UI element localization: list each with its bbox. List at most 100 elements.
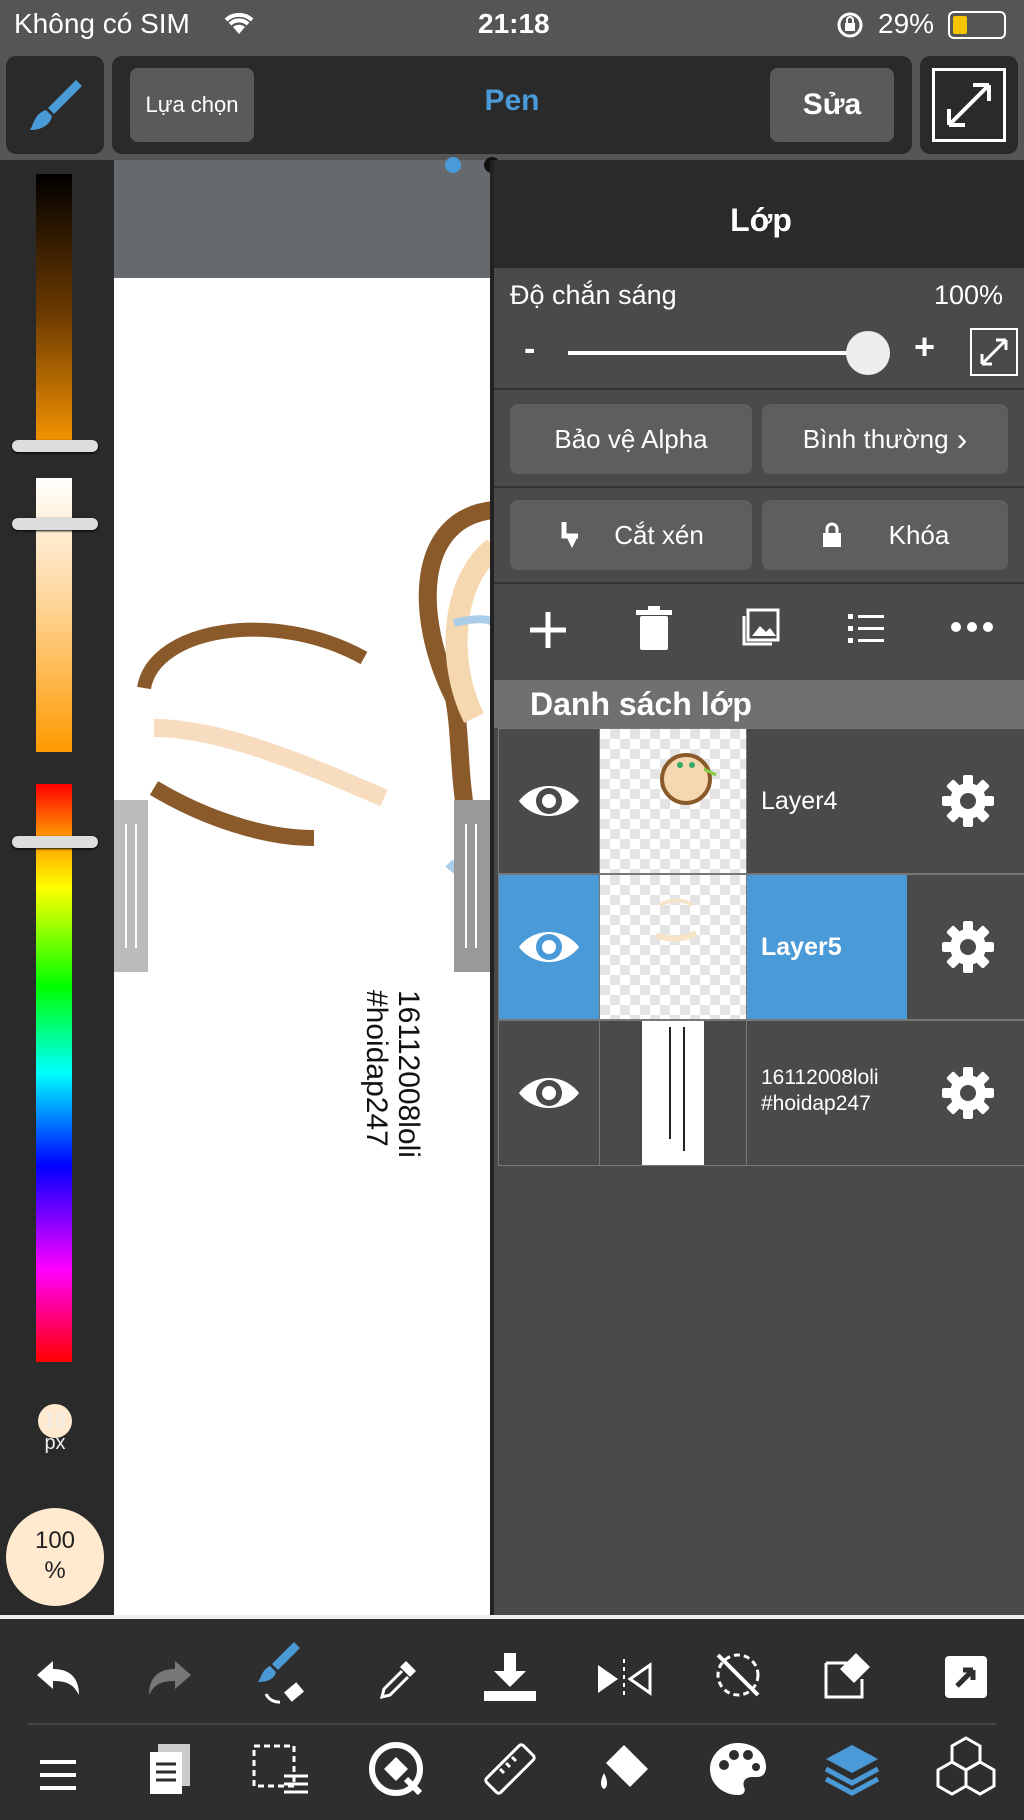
palette-button[interactable] xyxy=(708,1739,768,1799)
brush-swap-icon xyxy=(258,1642,304,1704)
eyedropper-button[interactable] xyxy=(368,1649,428,1709)
download-button[interactable] xyxy=(480,1647,540,1707)
canvas-text: 16112008loli #hoidap247 xyxy=(360,990,425,1290)
tool-bar-center: Lựa chọn Pen Sửa xyxy=(112,56,912,154)
image-icon xyxy=(742,608,780,646)
layer-thumbnail xyxy=(599,875,747,1019)
share-button[interactable] xyxy=(936,1647,996,1707)
clipping-button[interactable]: Cắt xén xyxy=(510,500,752,570)
layer-row[interactable]: Layer4 xyxy=(498,728,1024,874)
layer-panel: Lớp Độ chắn sáng 100% - + Bảo vệ Alpha B… xyxy=(490,160,1024,1615)
materials-button[interactable] xyxy=(936,1736,996,1797)
fullscreen-button[interactable] xyxy=(920,56,1018,154)
layer-name: Layer4 xyxy=(761,787,838,815)
layers-button[interactable] xyxy=(822,1739,882,1799)
layer-row[interactable]: 16112008loli #hoidap247 xyxy=(498,1020,1024,1166)
carrier-text: Không có SIM xyxy=(14,8,190,39)
layer-thumbnail xyxy=(599,1021,747,1165)
materials-icon xyxy=(936,1736,996,1796)
selection-button[interactable] xyxy=(250,1739,310,1799)
left-edge-handle[interactable] xyxy=(114,800,148,972)
top-toolbar: Lựa chọn Pen Sửa xyxy=(0,50,1024,160)
opacity-plus-button[interactable]: + xyxy=(914,326,935,368)
delete-layer-button[interactable] xyxy=(634,606,674,652)
alpha-protect-button[interactable]: Bảo vệ Alpha xyxy=(510,404,752,474)
clock-text: 21:18 xyxy=(478,8,550,39)
canvas-text-line2: #hoidap247 xyxy=(360,990,393,1147)
edit-button[interactable]: Sửa xyxy=(770,68,894,142)
page-indicator-dot xyxy=(445,157,461,173)
pages-button[interactable] xyxy=(140,1739,200,1799)
gear-icon xyxy=(942,921,994,973)
menu-icon xyxy=(40,1760,76,1790)
blend-mode-button[interactable]: Bình thường › xyxy=(762,404,1008,474)
opacity-expand-button[interactable] xyxy=(970,328,1018,376)
layer-settings-button[interactable] xyxy=(907,875,1024,1019)
right-edge-handle[interactable] xyxy=(454,800,490,972)
eyedropper-icon xyxy=(379,1661,416,1700)
chevron-right-icon: › xyxy=(956,420,968,457)
hue-slider[interactable] xyxy=(36,784,72,1362)
rotation-lock-icon xyxy=(836,11,864,44)
brush-tool-button[interactable] xyxy=(6,56,104,154)
brush-opacity-unit: % xyxy=(44,1557,66,1584)
layer-name-line1: 16112008loli xyxy=(761,1066,879,1089)
undo-button[interactable] xyxy=(28,1649,88,1709)
ruler-button[interactable] xyxy=(480,1739,540,1799)
value-slider-handle[interactable] xyxy=(12,440,98,452)
flip-button[interactable] xyxy=(594,1649,654,1709)
brush-size-value: 18 xyxy=(43,1410,67,1432)
divider xyxy=(494,486,1024,488)
layer-more-button[interactable] xyxy=(950,620,994,634)
palette-icon xyxy=(710,1743,766,1795)
saturation-slider-handle[interactable] xyxy=(12,518,98,530)
layer-name-line2: #hoidap247 xyxy=(761,1092,871,1115)
transform-button[interactable] xyxy=(820,1645,880,1705)
battery-fill xyxy=(953,16,967,34)
brush-opacity-button[interactable]: 100 % xyxy=(6,1508,104,1606)
fill-button[interactable] xyxy=(594,1739,654,1799)
layer-settings-button[interactable] xyxy=(907,729,1024,873)
brush-swap-button[interactable] xyxy=(250,1642,310,1704)
canvas[interactable]: 16112008loli #hoidap247 xyxy=(114,278,494,1615)
opacity-slider[interactable] xyxy=(568,351,864,355)
divider xyxy=(494,388,1024,390)
layer-image-button[interactable] xyxy=(740,608,780,648)
text-layer-preview xyxy=(642,1021,704,1165)
color-panel: 18 px 100 % xyxy=(0,160,114,1615)
clipping-icon xyxy=(561,522,579,548)
brush-size-indicator[interactable]: 18 px xyxy=(0,1410,110,1454)
visibility-toggle[interactable] xyxy=(499,729,599,873)
share-icon xyxy=(945,1656,987,1698)
redo-button[interactable] xyxy=(140,1649,200,1709)
visibility-toggle[interactable] xyxy=(499,1021,599,1165)
opacity-slider-thumb[interactable] xyxy=(846,331,890,375)
value-slider[interactable] xyxy=(36,174,72,452)
status-bar: Không có SIM 21:18 29% xyxy=(0,0,1024,50)
layer-settings-button[interactable] xyxy=(907,1021,1024,1165)
visibility-toggle[interactable] xyxy=(499,875,599,1019)
opacity-label: Độ chắn sáng xyxy=(510,280,677,310)
opacity-minus-button[interactable]: - xyxy=(524,330,535,369)
add-layer-button[interactable] xyxy=(526,608,570,652)
more-icon xyxy=(951,622,993,632)
eye-icon xyxy=(519,1078,579,1108)
opacity-value: 100% xyxy=(934,280,1004,310)
flip-icon xyxy=(598,1659,652,1699)
list-icon xyxy=(848,614,884,643)
lock-button[interactable]: Khóa xyxy=(762,500,1008,570)
layer-row-selected[interactable]: Layer5 xyxy=(498,874,1024,1020)
selection-icon xyxy=(252,1744,308,1794)
edit-icon xyxy=(824,1653,870,1699)
hue-slider-handle[interactable] xyxy=(12,836,98,848)
rotate-off-button[interactable] xyxy=(708,1645,768,1705)
pages-icon xyxy=(150,1744,190,1794)
menu-button[interactable] xyxy=(28,1745,88,1805)
layer-panel-title: Lớp xyxy=(730,202,792,238)
canvas-drawing xyxy=(137,501,494,888)
canvas-text-line1: 16112008loli xyxy=(392,990,425,1158)
gear-icon xyxy=(942,775,994,827)
layer-list-button[interactable] xyxy=(848,610,884,646)
trash-icon xyxy=(636,606,672,650)
snap-button[interactable] xyxy=(366,1739,426,1799)
